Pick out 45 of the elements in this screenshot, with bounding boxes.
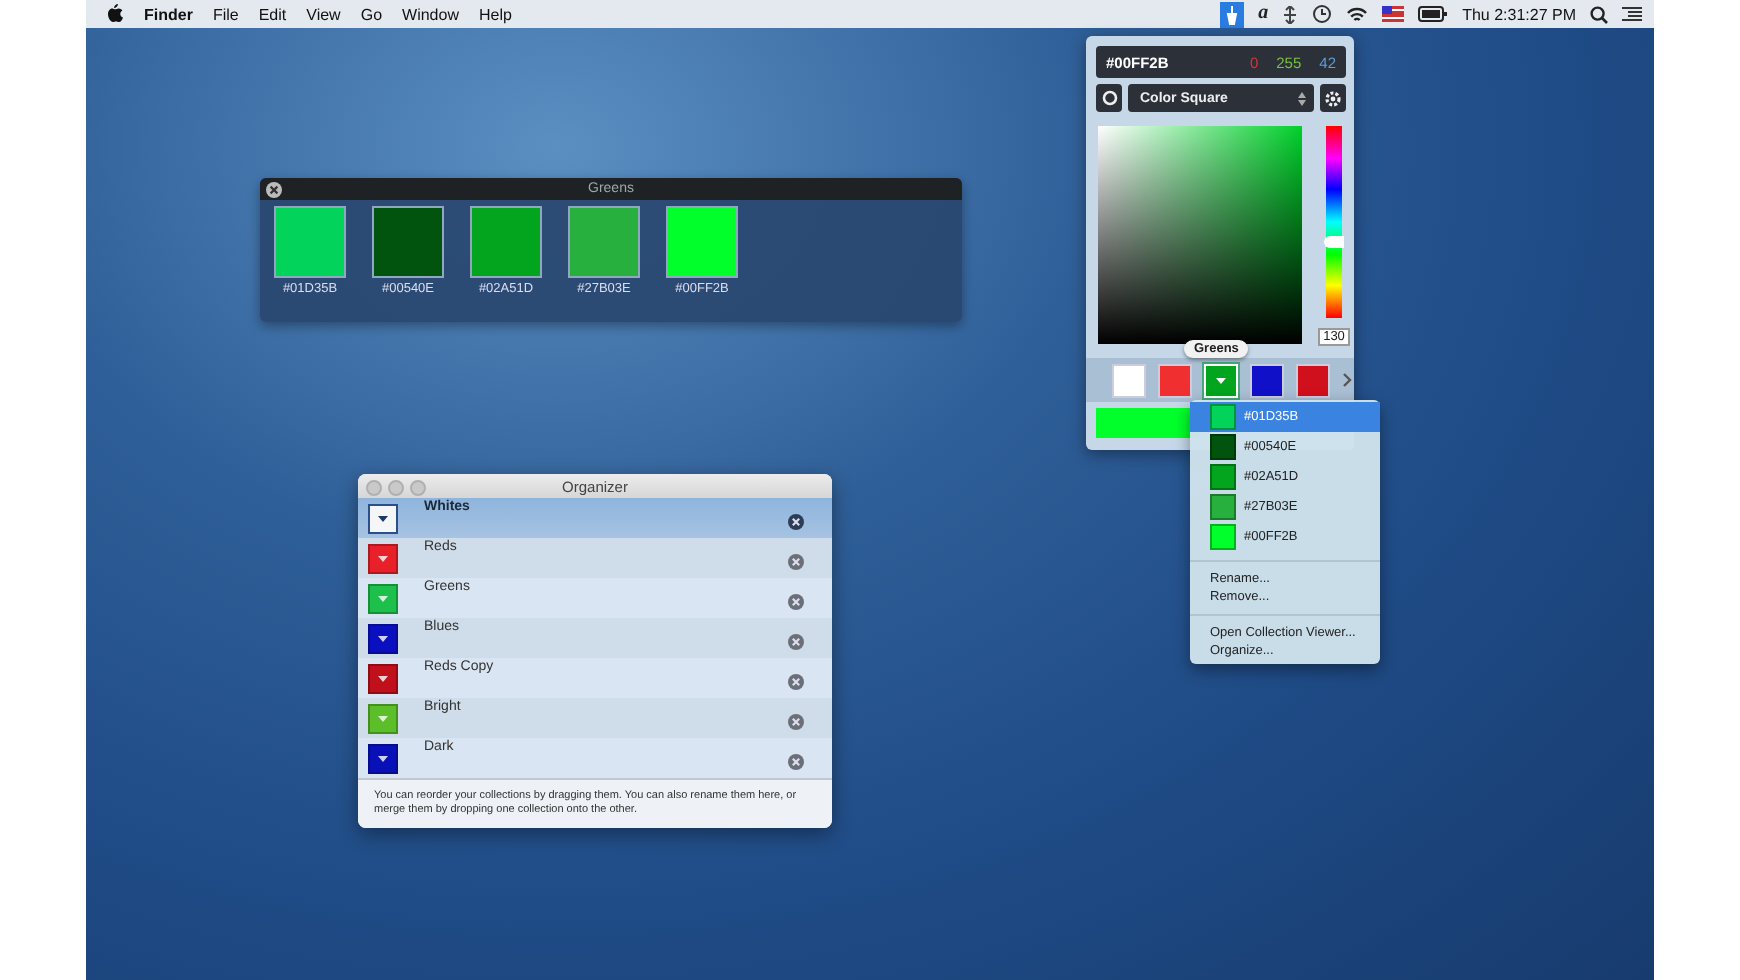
flag-icon[interactable] xyxy=(1382,6,1405,22)
app-menu[interactable]: Finder xyxy=(144,5,193,23)
delete-icon[interactable] xyxy=(788,594,804,610)
color-swatch[interactable] xyxy=(666,206,738,278)
font-glyph[interactable]: a xyxy=(1258,4,1269,24)
menu-item[interactable]: View xyxy=(306,5,341,23)
clock-icon[interactable] xyxy=(1312,4,1333,24)
wifi-icon[interactable] xyxy=(1346,5,1369,23)
delete-icon[interactable] xyxy=(788,714,804,730)
color-swatch[interactable] xyxy=(372,206,444,278)
delete-icon[interactable] xyxy=(788,634,804,650)
search-icon[interactable] xyxy=(1590,5,1608,23)
caret-icon[interactable] xyxy=(378,516,388,522)
close-icon[interactable] xyxy=(266,181,282,197)
color-square[interactable] xyxy=(1098,126,1302,344)
clock-text[interactable]: Thu 2:31:27 PM xyxy=(1462,5,1576,23)
delete-icon[interactable] xyxy=(788,674,804,690)
menu-item[interactable]: Edit xyxy=(258,5,287,23)
color-swatch[interactable] xyxy=(368,504,398,534)
battery-icon[interactable] xyxy=(1418,6,1449,22)
magnifier-button[interactable] xyxy=(1096,84,1122,112)
slider-thumb[interactable] xyxy=(1324,235,1344,248)
delete-icon[interactable] xyxy=(788,554,804,570)
list-icon[interactable] xyxy=(1622,6,1642,22)
color-swatch[interactable] xyxy=(470,206,542,278)
magnifier-icon[interactable] xyxy=(1101,90,1117,106)
menu-item[interactable]: Go xyxy=(360,5,383,23)
chevron-right-icon[interactable] xyxy=(1342,372,1352,388)
menu-item[interactable]: File xyxy=(212,5,239,23)
color-swatch[interactable] xyxy=(568,206,640,278)
settings-button[interactable] xyxy=(1320,84,1346,112)
apple-icon[interactable] xyxy=(106,4,124,24)
gear-icon[interactable] xyxy=(1324,89,1342,107)
caret-icon[interactable] xyxy=(378,676,388,682)
menu-item[interactable]: Help xyxy=(478,5,512,23)
color-swatch[interactable] xyxy=(274,206,346,278)
caret-icon[interactable] xyxy=(378,756,388,762)
menu-item[interactable]: Window xyxy=(402,5,459,23)
delete-icon[interactable] xyxy=(788,514,804,530)
updown-icon[interactable] xyxy=(1298,91,1306,105)
hue-slider[interactable] xyxy=(1326,126,1342,318)
delete-icon[interactable] xyxy=(788,754,804,770)
arrows-icon[interactable] xyxy=(1282,5,1299,23)
eyedropper-icon[interactable] xyxy=(1220,2,1245,28)
caret-icon[interactable] xyxy=(378,636,388,642)
